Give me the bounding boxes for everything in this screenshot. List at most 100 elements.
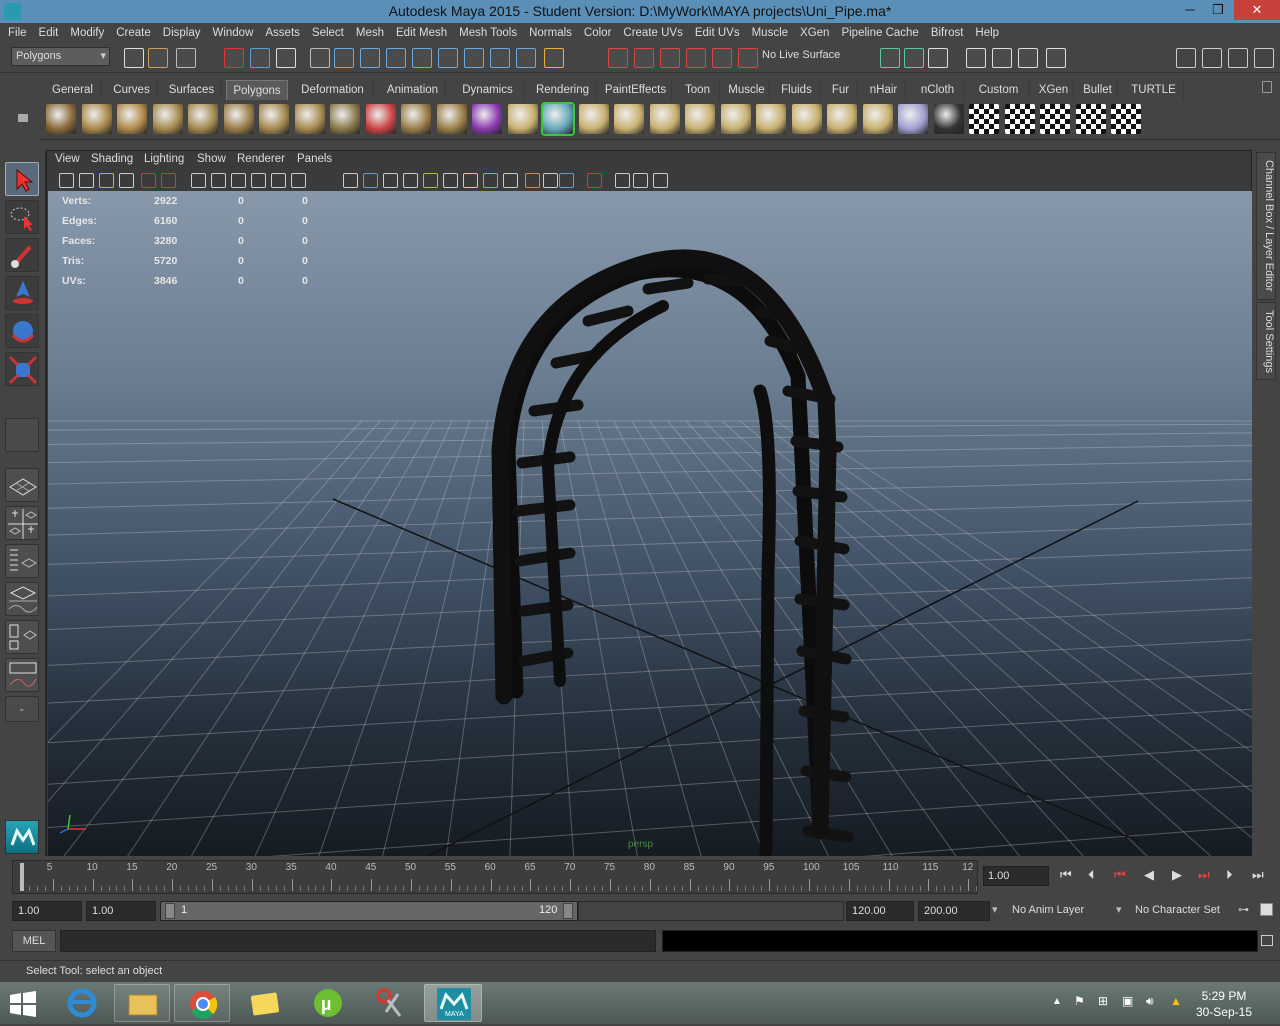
auto-key-icon[interactable]: ⊶ — [1238, 903, 1249, 916]
magnet-snap-grid-icon[interactable] — [544, 48, 564, 68]
menu-muscle[interactable]: Muscle — [746, 23, 794, 43]
safe-action-icon[interactable] — [633, 173, 648, 188]
open-scene-icon[interactable] — [148, 48, 168, 68]
shelf-tab-dynamics[interactable]: Dynamics — [452, 80, 524, 100]
step-forward-frame-icon[interactable]: ⏵ — [1226, 867, 1233, 883]
scale-tool-button[interactable] — [5, 352, 39, 386]
paint-select-tool-button[interactable] — [5, 238, 39, 272]
menu-assets[interactable]: Assets — [259, 23, 306, 43]
fill-hole-icon[interactable] — [827, 104, 857, 134]
smooth-icon[interactable] — [472, 104, 502, 134]
move-tool-button[interactable] — [5, 276, 39, 310]
menu-create[interactable]: Create — [110, 23, 157, 43]
menu-normals[interactable]: Normals — [523, 23, 578, 43]
script-editor-icon[interactable] — [1261, 935, 1273, 946]
shelf-tab-ncloth[interactable]: nCloth — [912, 80, 964, 100]
menu-file[interactable]: File — [0, 23, 33, 43]
tool-settings-icon[interactable] — [1018, 48, 1038, 68]
poly-cone-icon[interactable] — [152, 104, 183, 134]
select-dynamics-icon[interactable] — [464, 48, 484, 68]
save-scene-icon[interactable] — [176, 48, 196, 68]
arch-rung[interactable] — [514, 547, 576, 567]
network-icon[interactable]: ▣ — [1122, 994, 1133, 1008]
shelf-tab-curves[interactable]: Curves — [106, 80, 158, 100]
step-back-frame-icon[interactable]: ⏴ — [1088, 867, 1095, 883]
poly-cylinder-icon[interactable] — [117, 104, 147, 134]
trash-icon[interactable] — [1262, 81, 1272, 93]
select-tool-button[interactable] — [5, 162, 39, 196]
menu-display[interactable]: Display — [157, 23, 207, 43]
viewport-menu-shading[interactable]: Shading — [91, 153, 133, 165]
shelf-tab-muscle[interactable]: Muscle — [724, 80, 770, 100]
taskbar-utorrent[interactable]: µ — [300, 984, 356, 1022]
character-set-label[interactable]: No Character Set — [1135, 904, 1220, 916]
textured-icon[interactable] — [251, 173, 266, 188]
use-all-lights-icon[interactable] — [271, 173, 286, 188]
menu-edit-mesh[interactable]: Edit Mesh — [390, 23, 453, 43]
grid-icon[interactable] — [543, 173, 558, 188]
viewport-menu-show[interactable]: Show — [197, 153, 226, 165]
shelf-tab-nhair[interactable]: nHair — [862, 80, 906, 100]
render-frame-icon[interactable] — [738, 48, 758, 68]
anim-layer-dropdown-icon[interactable]: ▾ — [992, 903, 998, 916]
wireframe-on-shaded-icon[interactable] — [231, 173, 246, 188]
menu-bifrost[interactable]: Bifrost — [925, 23, 970, 43]
select-hierarchy-icon[interactable] — [224, 48, 244, 68]
play-forwards-icon[interactable]: ▶ — [1172, 867, 1182, 883]
graph-layout-button[interactable] — [5, 658, 39, 692]
single-pane-layout-button[interactable] — [5, 468, 39, 502]
gate-mask-icon[interactable] — [587, 173, 602, 188]
modeling-toolkit-icon[interactable] — [1176, 48, 1196, 68]
shelf-tab-rendering[interactable]: Rendering — [530, 80, 596, 100]
play-backwards-icon[interactable]: ◀ — [1144, 867, 1154, 883]
arch-right-leg[interactable] — [753, 384, 776, 856]
2d-pan-zoom-icon[interactable] — [141, 173, 156, 188]
select-surfaces-icon[interactable] — [412, 48, 432, 68]
animation-start-field[interactable]: 1.00 — [12, 901, 82, 921]
poly-sphere-icon[interactable] — [46, 104, 76, 134]
boolean-union-icon[interactable] — [507, 104, 538, 134]
perspective-viewport[interactable]: Verts: 2922 0 0 Edges: 6160 0 0 Faces: 3280 0 0 Tris… — [48, 191, 1252, 856]
select-misc-icon[interactable] — [516, 48, 536, 68]
ipr-render-icon[interactable] — [880, 48, 900, 68]
new-scene-icon[interactable] — [124, 48, 144, 68]
hypershade-layout-button[interactable] — [5, 620, 39, 654]
snap-curve-icon[interactable] — [608, 48, 628, 68]
shelf-tab-toon[interactable]: Toon — [676, 80, 720, 100]
volume-icon[interactable]: 🔊︎ — [1146, 994, 1154, 1009]
viewport-menu-view[interactable]: View — [55, 153, 80, 165]
attribute-editor-icon[interactable] — [992, 48, 1012, 68]
arch-rung[interactable] — [512, 499, 576, 517]
select-camera-icon[interactable] — [59, 173, 74, 188]
xray-icon[interactable] — [443, 173, 458, 188]
reduce-icon[interactable] — [862, 104, 893, 134]
snap-view-plane-icon[interactable] — [660, 48, 680, 68]
bevel-icon[interactable] — [756, 104, 786, 134]
poly-pyramid-icon[interactable] — [259, 104, 289, 134]
safe-title-icon[interactable] — [653, 173, 668, 188]
tool-settings-toggle-icon[interactable] — [1254, 48, 1274, 68]
select-handles-icon[interactable] — [334, 48, 354, 68]
playback-end-field[interactable]: 120.00 — [846, 901, 914, 921]
poly-torus-icon[interactable] — [223, 104, 254, 134]
shelf-tab-polygons[interactable]: Polygons — [226, 80, 288, 100]
image-plane-icon[interactable] — [119, 173, 134, 188]
arch-rung[interactable] — [642, 277, 694, 295]
shelf-tab-deformation[interactable]: Deformation — [292, 80, 374, 100]
show-hidden-icons-icon[interactable]: ▲ — [1052, 996, 1062, 1007]
menu-edit[interactable]: Edit — [33, 23, 65, 43]
offset-edge-loop-icon[interactable] — [720, 104, 751, 134]
taskbar-explorer[interactable] — [114, 984, 170, 1022]
resolution-gate-icon[interactable] — [559, 173, 574, 188]
menu-select[interactable]: Select — [306, 23, 350, 43]
hypershade-icon[interactable] — [928, 48, 948, 68]
wireframe-icon[interactable] — [191, 173, 206, 188]
select-rendering-icon[interactable] — [490, 48, 510, 68]
render-settings-icon[interactable] — [904, 48, 924, 68]
split-polygon-icon[interactable] — [649, 104, 680, 134]
extract-icon[interactable] — [436, 104, 467, 134]
field-chart-icon[interactable] — [615, 173, 630, 188]
cylindrical-mapping-icon[interactable] — [1004, 104, 1035, 134]
shelf-tab-custom[interactable]: Custom — [968, 80, 1030, 100]
command-input[interactable] — [60, 930, 656, 952]
